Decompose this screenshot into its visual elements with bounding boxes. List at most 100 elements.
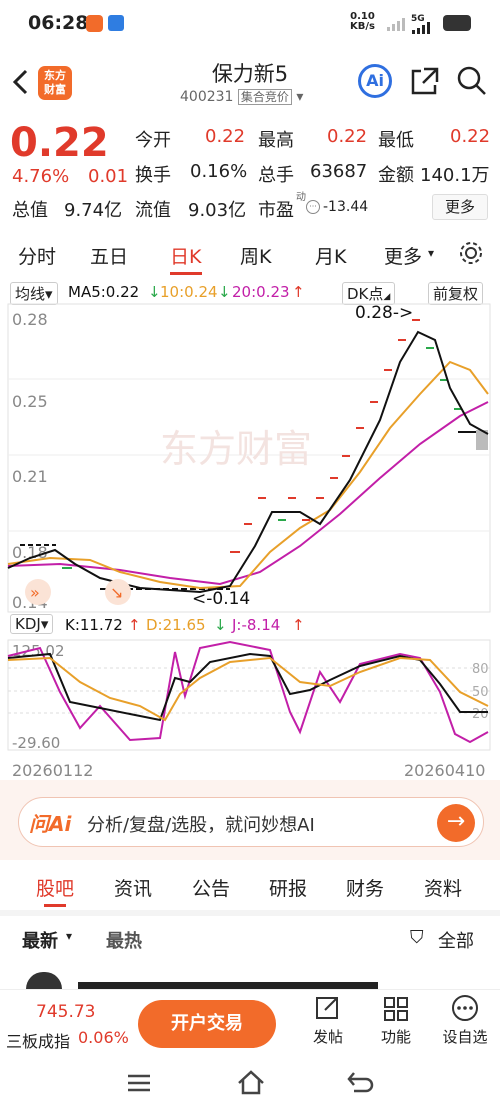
tab-announcements[interactable]: 公告 bbox=[192, 874, 230, 901]
auction-badge: 集合竞价 bbox=[237, 89, 292, 105]
tab-intraday[interactable]: 分时 bbox=[18, 242, 56, 269]
tab-research[interactable]: 研报 bbox=[269, 874, 307, 901]
stock-header: 东方 财富 保力新5 400231 集合竞价 ▾ Ai bbox=[0, 48, 500, 114]
caret-down-icon: ▾ bbox=[428, 246, 435, 260]
d-down-arrow: ↓ bbox=[214, 616, 227, 634]
forum-sort-row: 最新 ▾ 最热 ⛉ 全部 bbox=[0, 915, 500, 963]
active-tab-indicator bbox=[170, 272, 202, 275]
home-icon[interactable] bbox=[236, 1069, 266, 1095]
share-icon[interactable] bbox=[410, 66, 440, 96]
pe-dynamic-mark: 动 bbox=[296, 192, 306, 203]
x-date-start: 20260112 bbox=[12, 761, 93, 780]
kdj-k-line bbox=[7, 652, 488, 722]
turnover-value: 0.16% bbox=[190, 161, 248, 182]
high-label: 最高 bbox=[258, 130, 294, 151]
change-percent: 4.76% bbox=[12, 166, 70, 187]
period-tabs: 分时 五日 日K 周K 月K 更多 ▾ bbox=[0, 228, 500, 278]
notification-app-icon-2 bbox=[108, 15, 124, 31]
tab-daily-k[interactable]: 日K bbox=[170, 242, 201, 269]
chevron-down-icon: ▾ bbox=[66, 929, 73, 943]
float-cap-label: 流值 bbox=[135, 200, 171, 221]
index-name[interactable]: 三板成指 bbox=[6, 1028, 70, 1052]
y-tick-label: 0.25 bbox=[12, 392, 48, 411]
y-tick-label: 0.21 bbox=[12, 467, 48, 486]
max-price-annotation: 0.28-> bbox=[355, 303, 413, 323]
tab-weekly-k[interactable]: 周K bbox=[240, 242, 271, 269]
functions-button[interactable]: 功能 bbox=[374, 994, 418, 1047]
back-arrow-icon[interactable] bbox=[10, 68, 32, 96]
ai-assistant-button[interactable]: Ai bbox=[358, 64, 392, 98]
stock-name: 保力新5 bbox=[211, 62, 289, 86]
volume-label: 总手 bbox=[258, 165, 294, 186]
kdj-level-label: 20 bbox=[472, 707, 489, 722]
functions-label: 功能 bbox=[380, 1028, 411, 1046]
post-title-clipped bbox=[78, 982, 378, 989]
ai-search-bar[interactable]: 问Ai 分析/复盘/选股，就问妙想AI → bbox=[18, 797, 484, 847]
index-change: 0.06% bbox=[78, 1028, 129, 1047]
watermark: 东方财富 bbox=[160, 427, 312, 471]
min-price-annotation: <-0.14 bbox=[192, 589, 250, 609]
status-bar: 06:28 0.10 KB/s 5G bbox=[0, 0, 500, 48]
active-subtab-indicator bbox=[44, 904, 66, 907]
kdj-panel-frame bbox=[7, 639, 491, 751]
ma20-legend: 20:0.23 bbox=[232, 283, 290, 301]
x-date-end: 20260410 bbox=[404, 761, 485, 780]
change-amount: 0.01 bbox=[88, 166, 129, 187]
volume-value: 63687 bbox=[310, 161, 368, 182]
high-value: 0.22 bbox=[327, 126, 368, 147]
net-speed-unit: KB/s bbox=[350, 21, 375, 32]
stock-code-row[interactable]: 400231 集合竞价 ▾ bbox=[180, 88, 303, 105]
kdj-d-line bbox=[7, 656, 489, 722]
index-value-text: 745.73 bbox=[36, 1002, 96, 1022]
ma-selector-label: 均线 bbox=[15, 285, 46, 303]
more-button[interactable]: 更多 bbox=[432, 194, 488, 220]
tab-finance[interactable]: 财务 bbox=[346, 874, 384, 901]
kline-chart-area: 均线▾ MA5:0.22 ↓ 10:0.24 ↓ 20:0.23 ↑ DK点◢ … bbox=[0, 278, 500, 780]
filter-all[interactable]: 全部 bbox=[438, 927, 474, 953]
sort-latest[interactable]: 最新 bbox=[22, 927, 58, 953]
clock: 06:28 bbox=[28, 12, 89, 34]
kdj-selector-label: KDJ bbox=[15, 615, 41, 633]
app-logo[interactable]: 东方 财富 bbox=[38, 66, 72, 100]
post-preview[interactable] bbox=[78, 972, 378, 989]
arrow-right-icon[interactable]: → bbox=[437, 804, 475, 842]
float-cap-value: 9.03亿 bbox=[188, 200, 247, 221]
pe-value: -13.44 bbox=[323, 199, 369, 215]
back-icon[interactable] bbox=[346, 1071, 374, 1095]
dk-label: DK点 bbox=[347, 285, 384, 303]
post-avatar[interactable] bbox=[26, 972, 62, 989]
more-circle-icon bbox=[452, 995, 478, 1021]
tab-more[interactable]: 更多 bbox=[384, 242, 422, 269]
dk-marker-glyph: ↘ bbox=[110, 583, 123, 602]
tab-news[interactable]: 资讯 bbox=[114, 874, 152, 901]
ai-bar-text: 分析/复盘/选股，就问妙想AI bbox=[87, 815, 315, 836]
notification-app-icon bbox=[86, 15, 103, 32]
market-cap-value: 9.74亿 bbox=[64, 200, 123, 221]
sort-hot[interactable]: 最热 bbox=[106, 927, 142, 953]
open-label: 今开 bbox=[135, 130, 171, 151]
kdj-j-line bbox=[7, 640, 489, 744]
settings-gear-icon[interactable] bbox=[458, 240, 484, 266]
tab-five-day[interactable]: 五日 bbox=[90, 242, 128, 269]
info-icon[interactable]: ··· bbox=[306, 200, 320, 214]
tab-forum[interactable]: 股吧 bbox=[36, 874, 74, 901]
bottom-action-bar: 745.73 三板成指 0.06% 开户交易 发帖 功能 设自选 bbox=[0, 989, 500, 1055]
dropdown-triangle-icon: ▾ bbox=[296, 89, 304, 105]
add-watchlist-button[interactable]: 设自选 bbox=[440, 994, 490, 1047]
tab-profile[interactable]: 资料 bbox=[424, 874, 462, 901]
kline-chart: 东方财富 0.28 0.25 0.21 0.18 0.14 0.28-> <-0… bbox=[7, 303, 491, 780]
search-icon[interactable] bbox=[456, 65, 488, 97]
open-account-button[interactable]: 开户交易 bbox=[138, 1000, 276, 1048]
ma10-legend: 10:0.24 bbox=[160, 283, 218, 301]
y-tick-label: 0.28 bbox=[12, 310, 48, 329]
post-button[interactable]: 发帖 bbox=[306, 994, 350, 1047]
tab-monthly-k[interactable]: 月K bbox=[315, 242, 346, 269]
kdj-j-value: J:-8.14 bbox=[232, 616, 281, 634]
system-nav-bar bbox=[0, 1055, 500, 1111]
ai-brand-logo: 问Ai bbox=[29, 812, 72, 836]
menu-icon[interactable] bbox=[126, 1073, 152, 1093]
indicator-selector[interactable]: KDJ▾ bbox=[10, 614, 54, 634]
filter-icon[interactable]: ⛉ bbox=[410, 927, 424, 948]
ma10-line bbox=[7, 360, 489, 590]
logo-line-2: 财富 bbox=[44, 83, 66, 96]
